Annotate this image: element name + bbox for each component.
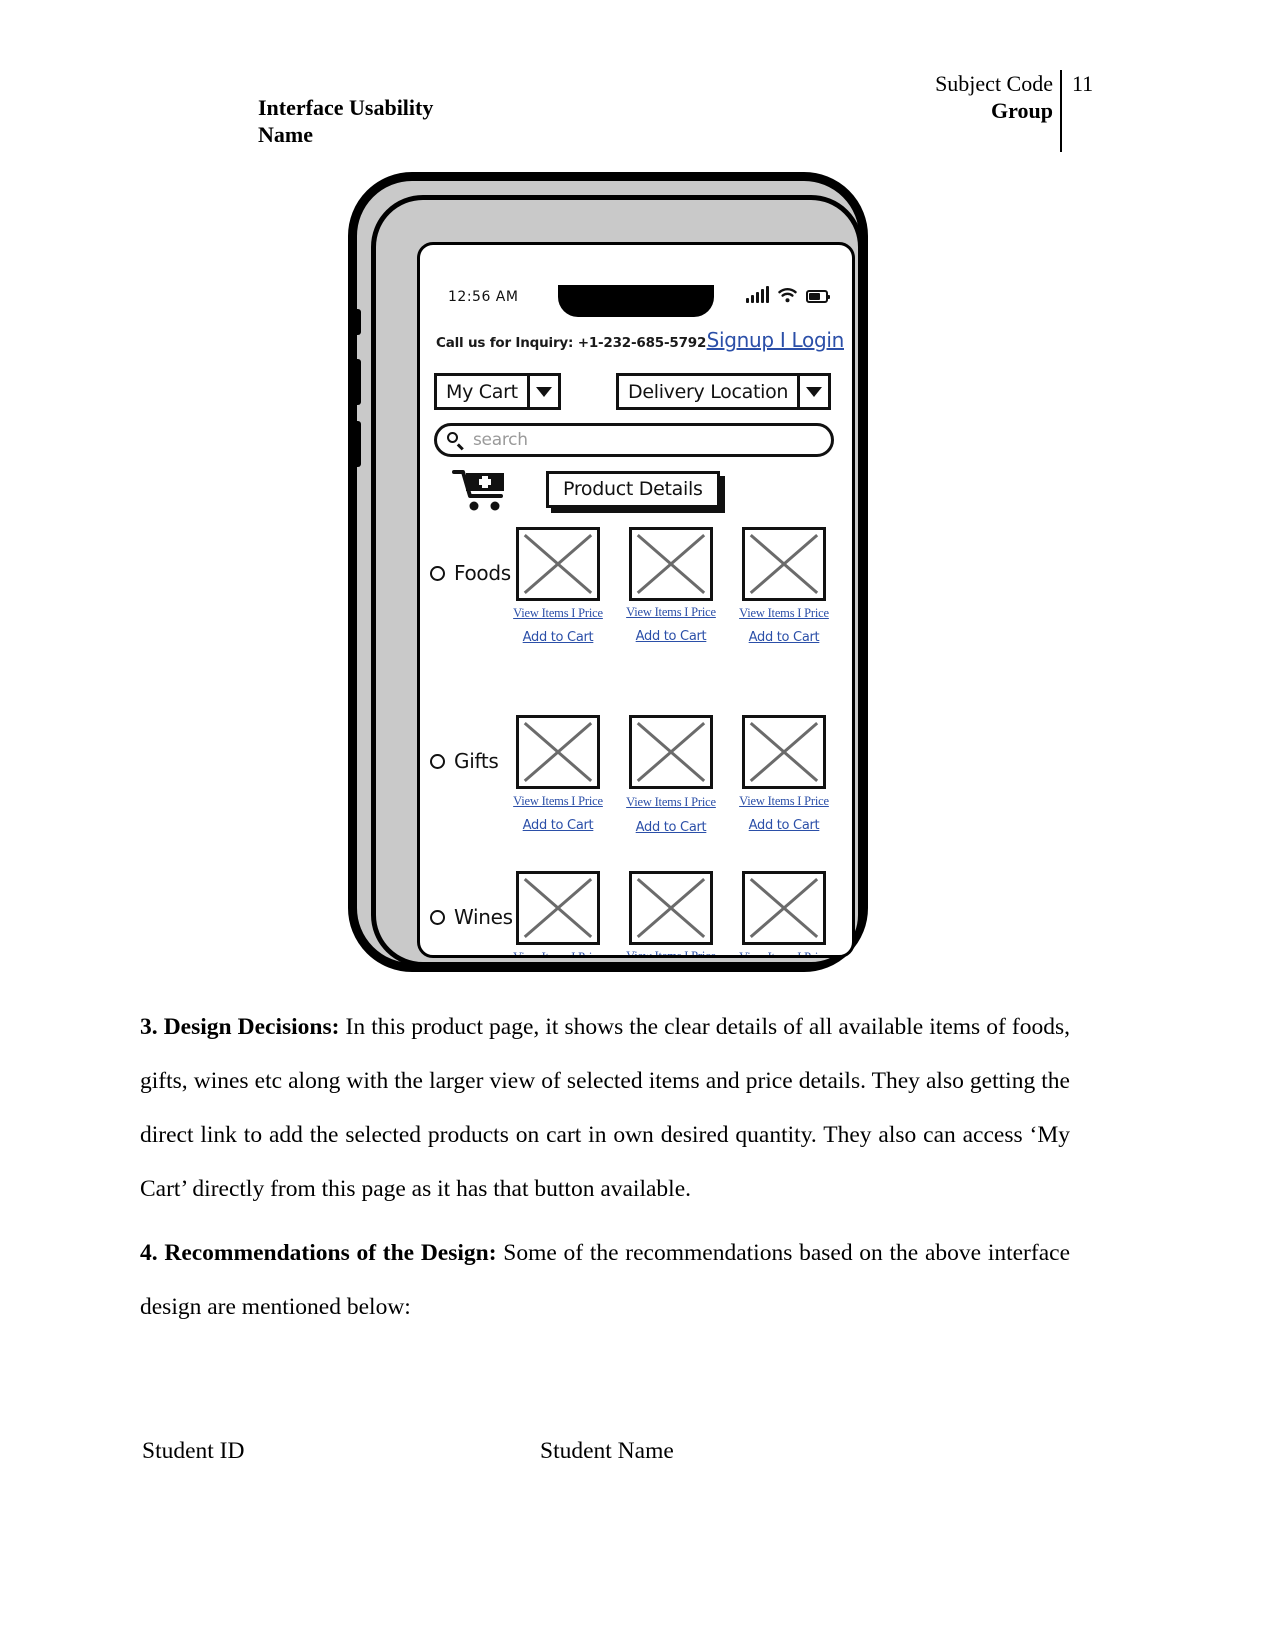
delivery-location-chevron-down-icon[interactable]: [800, 373, 832, 410]
view-items-price-link[interactable]: View Items I Price: [734, 606, 834, 621]
text-design-decisions: In this product page, it shows the clear…: [140, 1014, 1070, 1202]
product-image-placeholder[interactable]: [742, 527, 826, 601]
product-details-button[interactable]: Product Details: [546, 471, 720, 508]
inquiry-phone-text: Call us for Inquiry: +1-232-685-5792: [436, 335, 707, 351]
phone-screen: 12:56 AM Call us for Inquiry: +1-232-685…: [417, 242, 855, 958]
product-image-placeholder[interactable]: [742, 871, 826, 945]
document-body: 3. Design Decisions: In this product pag…: [140, 1000, 1070, 1344]
product-tile: View Items I Price Add to Cart: [734, 871, 834, 955]
product-tile: View Items I Price Add to Cart: [508, 527, 608, 645]
view-items-price-link[interactable]: View Items I Price: [508, 606, 608, 621]
status-time: 12:56 AM: [448, 289, 519, 305]
view-items-price-link[interactable]: View Items I Price: [734, 794, 834, 809]
delivery-location-label: Delivery Location: [616, 373, 801, 410]
product-image-placeholder[interactable]: [629, 715, 713, 789]
product-tile: View Items I Price Add to Cart: [621, 871, 721, 955]
header-group: Group: [991, 98, 1053, 123]
category-label-foods: Foods: [454, 561, 511, 585]
radio-button-icon[interactable]: [430, 909, 445, 925]
my-cart-chevron-down-icon[interactable]: [529, 373, 561, 410]
product-tile: View Items I Price Add to Cart: [621, 715, 721, 835]
phone-volume-down-button: [354, 421, 361, 467]
signup-login-link[interactable]: Signup I Login: [707, 328, 845, 352]
footer-student-name: Student Name: [540, 1438, 674, 1464]
wifi-icon: [778, 287, 797, 303]
heading-design-decisions: 3. Design Decisions:: [140, 1014, 340, 1040]
product-image-placeholder[interactable]: [516, 715, 600, 789]
heading-recommendations: 4. Recommendations of the Design:: [140, 1240, 497, 1266]
product-image-placeholder[interactable]: [742, 715, 826, 789]
phone-mockup-figure: 12:56 AM Call us for Inquiry: +1-232-685…: [348, 172, 868, 972]
add-to-cart-link[interactable]: Add to Cart: [734, 818, 834, 833]
category-radio-wines[interactable]: Wines: [430, 905, 513, 929]
view-items-price-link[interactable]: View Items I Price: [734, 950, 834, 955]
product-tile: View Items I Price Add to Cart: [734, 527, 834, 645]
search-placeholder-text: search: [473, 430, 528, 450]
header-divider-rule: [1060, 70, 1062, 152]
signal-bars-icon: [746, 286, 769, 303]
battery-icon: [806, 290, 830, 303]
page-footer: Student ID Student Name: [0, 1438, 1275, 1482]
product-tiles-foods: View Items I Price Add to Cart View Item…: [508, 527, 852, 645]
view-items-price-link[interactable]: View Items I Price: [508, 794, 608, 809]
view-items-price-link[interactable]: View Items I Price: [508, 950, 608, 955]
radio-button-icon[interactable]: [430, 753, 445, 769]
phone-inner-frame: 12:56 AM Call us for Inquiry: +1-232-685…: [371, 195, 863, 967]
status-icons: [746, 286, 830, 303]
footer-student-id: Student ID: [142, 1438, 245, 1464]
product-tile: View Items I Price Add to Cart: [508, 715, 608, 835]
header-name-label: Name: [258, 122, 313, 147]
delivery-location-dropdown[interactable]: Delivery Location: [616, 373, 832, 410]
phone-outer-frame: 12:56 AM Call us for Inquiry: +1-232-685…: [348, 172, 868, 972]
category-radio-gifts[interactable]: Gifts: [430, 749, 499, 773]
radio-button-icon[interactable]: [430, 565, 445, 581]
search-icon: [447, 431, 464, 449]
product-image-placeholder[interactable]: [629, 527, 713, 601]
header-course-title: Interface Usability: [258, 95, 434, 120]
product-image-placeholder[interactable]: [516, 527, 600, 601]
category-label-wines: Wines: [454, 905, 513, 929]
header-right-info: Subject Code Group: [723, 70, 1053, 124]
page-number: 11: [1072, 71, 1094, 96]
add-to-cart-link[interactable]: Add to Cart: [621, 820, 721, 835]
view-items-price-link[interactable]: View Items I Price: [621, 795, 721, 810]
add-to-cart-link[interactable]: Add to Cart: [508, 630, 608, 645]
product-tiles-gifts: View Items I Price Add to Cart View Item…: [508, 715, 852, 835]
paragraph-design-decisions: 3. Design Decisions: In this product pag…: [140, 1000, 1070, 1216]
category-label-gifts: Gifts: [454, 749, 499, 773]
product-tile: View Items I Price Add to Cart: [621, 527, 721, 645]
product-tiles-wines: View Items I Price Add to Cart View Item…: [508, 871, 852, 955]
add-to-cart-link[interactable]: Add to Cart: [621, 629, 721, 644]
cart-and-title-row: Product Details: [420, 467, 852, 517]
inquiry-row: Call us for Inquiry: +1-232-685-5792 Sig…: [420, 328, 852, 359]
add-to-cart-link[interactable]: Add to Cart: [508, 818, 608, 833]
phone-silent-switch: [354, 309, 361, 335]
product-tile: View Items I Price Add to Cart: [734, 715, 834, 835]
category-radio-foods[interactable]: Foods: [430, 561, 511, 585]
phone-notch: [558, 285, 714, 317]
search-input[interactable]: search: [434, 423, 834, 457]
my-cart-dropdown[interactable]: My Cart: [434, 373, 561, 410]
phone-volume-up-button: [354, 359, 361, 405]
page-header: Interface Usability Name Subject Code Gr…: [0, 0, 1275, 160]
add-to-cart-link[interactable]: Add to Cart: [734, 630, 834, 645]
product-tile: View Items I Price Add to Cart: [508, 871, 608, 955]
view-items-price-link[interactable]: View Items I Price: [621, 605, 721, 620]
product-image-placeholder[interactable]: [516, 871, 600, 945]
header-subject-code: Subject Code: [935, 71, 1053, 96]
paragraph-recommendations: 4. Recommendations of the Design: Some o…: [140, 1226, 1070, 1334]
add-to-cart-icon[interactable]: [452, 469, 514, 513]
my-cart-label: My Cart: [434, 373, 530, 410]
product-image-placeholder[interactable]: [629, 871, 713, 945]
selector-row: My Cart Delivery Location: [420, 373, 852, 413]
view-items-price-link[interactable]: View Items I Price: [621, 949, 721, 955]
header-left-title: Interface Usability Name: [258, 94, 678, 148]
